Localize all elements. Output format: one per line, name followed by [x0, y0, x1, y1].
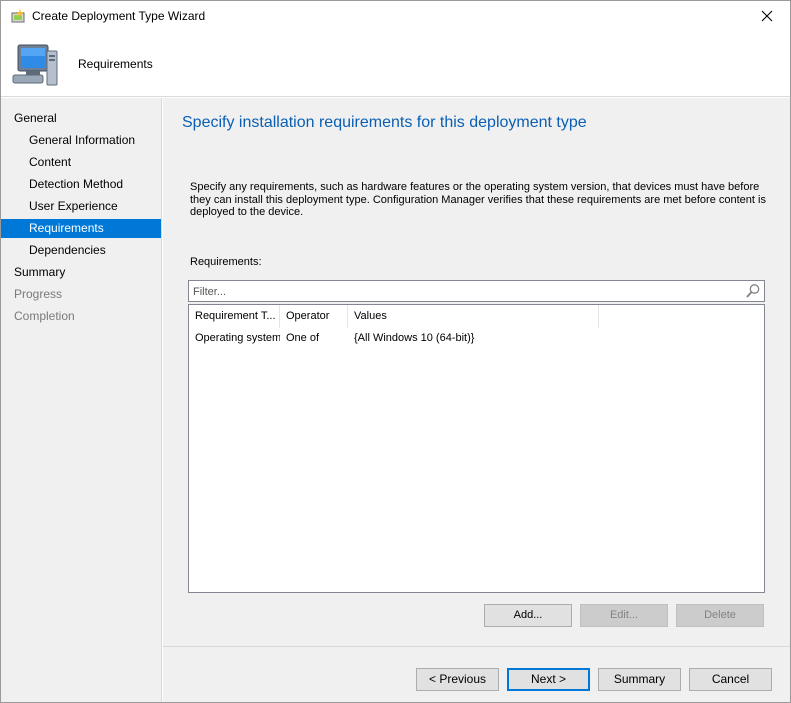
- wizard-nav: General General Information Content Dete…: [1, 98, 162, 702]
- nav-item-user-experience[interactable]: User Experience: [1, 197, 161, 216]
- add-button[interactable]: Add...: [484, 604, 572, 627]
- cell-requirement-type: Operating system: [195, 332, 280, 344]
- search-icon[interactable]: [745, 283, 761, 299]
- nav-item-completion: Completion: [14, 309, 75, 323]
- wizard-footer: < Previous Next > Summary Cancel: [163, 646, 790, 702]
- list-header: Requirement T... Operator Values: [189, 305, 764, 328]
- nav-item-summary[interactable]: Summary: [1, 263, 161, 282]
- main-panel: Specify installation requirements for th…: [163, 98, 790, 646]
- wizard-header: Requirements: [1, 33, 790, 97]
- delete-button[interactable]: Delete: [676, 604, 764, 627]
- summary-button[interactable]: Summary: [598, 668, 681, 691]
- cell-operator: One of: [286, 332, 320, 344]
- table-row[interactable]: Operating system One of {All Windows 10 …: [189, 328, 764, 348]
- page-heading: Specify installation requirements for th…: [182, 114, 587, 131]
- column-header-requirement-type[interactable]: Requirement T...: [189, 305, 280, 328]
- column-header-operator[interactable]: Operator: [280, 305, 348, 328]
- wizard-window: Create Deployment Type Wizard Requiremen…: [0, 0, 791, 703]
- title-bar: Create Deployment Type Wizard: [1, 1, 790, 33]
- cancel-button[interactable]: Cancel: [689, 668, 772, 691]
- requirements-list[interactable]: Requirement T... Operator Values Operati…: [188, 304, 765, 593]
- nav-item-dependencies[interactable]: Dependencies: [1, 241, 161, 260]
- close-icon: [761, 10, 773, 25]
- wizard-app-icon: [10, 8, 28, 26]
- column-header-values[interactable]: Values: [348, 305, 599, 328]
- nav-item-general[interactable]: General: [1, 109, 161, 128]
- close-button[interactable]: [744, 1, 790, 33]
- requirements-label: Requirements:: [190, 256, 262, 268]
- nav-item-progress: Progress: [14, 287, 63, 301]
- filter-box: [188, 280, 765, 302]
- edit-button[interactable]: Edit...: [580, 604, 668, 627]
- nav-item-general-information[interactable]: General Information: [1, 131, 161, 150]
- nav-item-requirements[interactable]: Requirements: [1, 219, 161, 238]
- cell-values: {All Windows 10 (64-bit)}: [354, 332, 475, 344]
- nav-item-detection-method[interactable]: Detection Method: [1, 175, 161, 194]
- page-description: Specify any requirements, such as hardwa…: [190, 181, 766, 218]
- filter-input[interactable]: [193, 284, 733, 299]
- window-title: Create Deployment Type Wizard: [32, 9, 206, 23]
- next-button[interactable]: Next >: [507, 668, 590, 691]
- nav-item-content[interactable]: Content: [1, 153, 161, 172]
- page-title: Requirements: [78, 57, 153, 71]
- computer-icon: [9, 39, 63, 93]
- previous-button[interactable]: < Previous: [416, 668, 499, 691]
